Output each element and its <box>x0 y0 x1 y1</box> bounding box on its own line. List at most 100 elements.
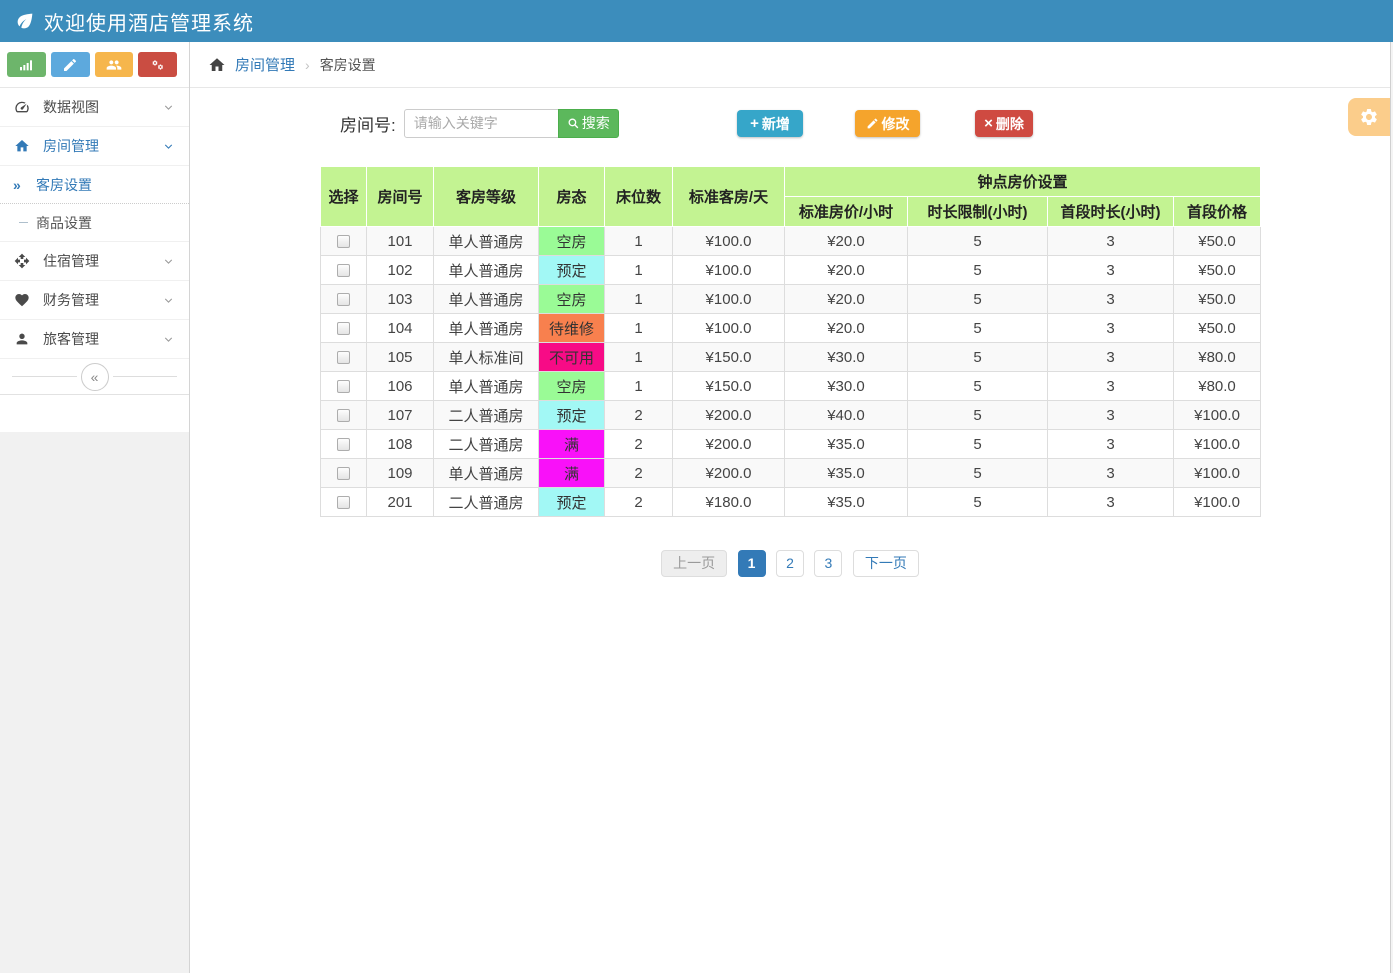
cell-duration-limit: 5 <box>908 343 1048 372</box>
cell-day-price: ¥100.0 <box>673 285 785 314</box>
cell-room-number: 101 <box>367 227 434 256</box>
sidebar-subitem-guest-room-settings[interactable]: » 客房设置 <box>0 166 189 204</box>
sidebar-item-guest-management[interactable]: 旅客管理 <box>0 320 189 359</box>
delete-button[interactable]: × 删除 <box>975 110 1033 137</box>
sidebar-item-lodging-management[interactable]: 住宿管理 <box>0 242 189 281</box>
sidebar-empty-area <box>0 432 189 973</box>
edit-button[interactable]: 修改 <box>855 110 920 137</box>
search-button[interactable]: 搜索 <box>558 109 619 138</box>
sidebar-subitem-product-settings[interactable]: 商品设置 <box>0 204 189 242</box>
cell-first-price: ¥50.0 <box>1174 227 1261 256</box>
col-header-hour-price: 标准房价/小时 <box>785 197 908 227</box>
pagination-next-button[interactable]: 下一页 <box>853 550 919 577</box>
quick-users-button[interactable] <box>95 52 134 77</box>
leaf-icon <box>14 10 36 32</box>
x-icon: × <box>984 115 993 132</box>
cell-first-duration: 3 <box>1048 343 1174 372</box>
pagination-prev-button[interactable]: 上一页 <box>661 550 727 577</box>
sidebar-collapse-row: « <box>0 359 189 395</box>
chevron-down-icon <box>162 255 175 268</box>
cell-day-price: ¥200.0 <box>673 401 785 430</box>
col-header-select: 选择 <box>321 167 367 227</box>
cell-room-number: 104 <box>367 314 434 343</box>
edit-button-label: 修改 <box>882 114 910 134</box>
cell-day-price: ¥150.0 <box>673 343 785 372</box>
row-checkbox[interactable] <box>337 496 350 509</box>
sidebar-item-finance-management[interactable]: 财务管理 <box>0 281 189 320</box>
chevron-down-icon <box>162 101 175 114</box>
settings-fab-button[interactable] <box>1348 98 1390 136</box>
app-title: 欢迎使用酒店管理系统 <box>44 7 254 36</box>
gears-icon <box>150 57 166 73</box>
col-header-duration-limit: 时长限制(小时) <box>908 197 1048 227</box>
table-row: 101 单人普通房 空房 1 ¥100.0 ¥20.0 5 3 ¥50.0 <box>321 227 1261 256</box>
row-checkbox[interactable] <box>337 322 350 335</box>
pagination-page-2[interactable]: 2 <box>776 550 804 577</box>
cell-first-price: ¥80.0 <box>1174 343 1261 372</box>
cell-first-price: ¥50.0 <box>1174 256 1261 285</box>
cell-room-grade: 单人普通房 <box>434 459 539 488</box>
table-row: 107 二人普通房 预定 2 ¥200.0 ¥40.0 5 3 ¥100.0 <box>321 401 1261 430</box>
cell-beds: 1 <box>605 256 673 285</box>
pagination: 上一页 1 2 3 下一页 <box>320 550 1260 577</box>
cell-duration-limit: 5 <box>908 372 1048 401</box>
plus-icon: + <box>750 115 759 132</box>
quick-button-row <box>0 42 189 88</box>
cell-hour-price: ¥20.0 <box>785 314 908 343</box>
sidebar-collapse-button[interactable]: « <box>81 363 109 391</box>
cell-first-duration: 3 <box>1048 256 1174 285</box>
cell-beds: 1 <box>605 285 673 314</box>
cell-room-grade: 单人普通房 <box>434 256 539 285</box>
row-checkbox[interactable] <box>337 235 350 248</box>
users-group-icon <box>106 57 122 73</box>
chevron-down-icon <box>162 294 175 307</box>
cell-first-price: ¥100.0 <box>1174 430 1261 459</box>
add-button[interactable]: + 新增 <box>737 110 803 137</box>
signal-bars-icon <box>18 57 34 73</box>
cell-first-price: ¥100.0 <box>1174 488 1261 517</box>
cell-hour-price: ¥20.0 <box>785 285 908 314</box>
table-row: 105 单人标准间 不可用 1 ¥150.0 ¥30.0 5 3 ¥80.0 <box>321 343 1261 372</box>
breadcrumb-link-room-management[interactable]: 房间管理 <box>235 54 295 75</box>
row-checkbox[interactable] <box>337 264 350 277</box>
cell-hour-price: ¥20.0 <box>785 227 908 256</box>
row-checkbox[interactable] <box>337 351 350 364</box>
col-header-room-grade: 客房等级 <box>434 167 539 227</box>
cell-room-number: 108 <box>367 430 434 459</box>
sidebar-item-label: 住宿管理 <box>43 251 99 271</box>
cell-room-grade: 单人普通房 <box>434 372 539 401</box>
cell-day-price: ¥180.0 <box>673 488 785 517</box>
row-checkbox[interactable] <box>337 293 350 306</box>
cell-room-status: 空房 <box>539 227 605 256</box>
cell-duration-limit: 5 <box>908 256 1048 285</box>
divider-line <box>12 376 77 377</box>
cell-hour-price: ¥30.0 <box>785 343 908 372</box>
cell-day-price: ¥200.0 <box>673 459 785 488</box>
tree-branch-line <box>19 222 28 223</box>
cell-first-duration: 3 <box>1048 372 1174 401</box>
cell-first-duration: 3 <box>1048 227 1174 256</box>
sidebar-item-room-management[interactable]: 房间管理 <box>0 127 189 166</box>
table-header: 选择 房间号 客房等级 房态 床位数 标准客房/天 钟点房价设置 标准房价/小时… <box>321 167 1261 227</box>
row-checkbox[interactable] <box>337 380 350 393</box>
row-checkbox[interactable] <box>337 409 350 422</box>
home-icon <box>14 138 32 154</box>
table-row: 102 单人普通房 预定 1 ¥100.0 ¥20.0 5 3 ¥50.0 <box>321 256 1261 285</box>
row-checkbox[interactable] <box>337 438 350 451</box>
table-body: 101 单人普通房 空房 1 ¥100.0 ¥20.0 5 3 ¥50.0 10… <box>321 227 1261 517</box>
sidebar-item-label: 数据视图 <box>43 97 99 117</box>
row-checkbox[interactable] <box>337 467 350 480</box>
dashboard-icon <box>14 99 32 115</box>
quick-chart-button[interactable] <box>7 52 46 77</box>
room-number-search-input[interactable] <box>404 109 559 138</box>
cell-first-duration: 3 <box>1048 459 1174 488</box>
pagination-page-3[interactable]: 3 <box>814 550 842 577</box>
quick-edit-button[interactable] <box>51 52 90 77</box>
quick-gears-button[interactable] <box>138 52 177 77</box>
cell-duration-limit: 5 <box>908 227 1048 256</box>
hotel-management-app: 欢迎使用酒店管理系统 数据视图 房间管理 <box>0 0 1393 973</box>
sidebar-item-data-view[interactable]: 数据视图 <box>0 88 189 127</box>
cell-hour-price: ¥35.0 <box>785 488 908 517</box>
cell-room-number: 201 <box>367 488 434 517</box>
pagination-page-1[interactable]: 1 <box>738 550 766 577</box>
